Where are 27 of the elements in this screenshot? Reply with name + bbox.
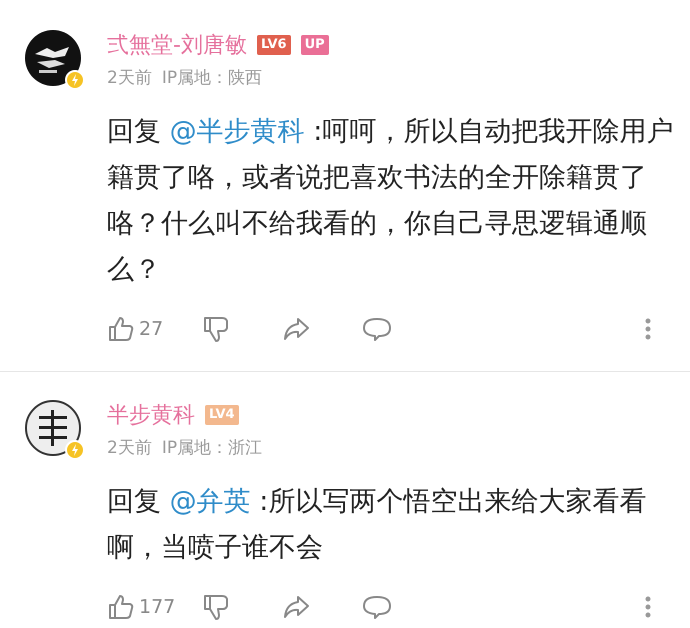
thumbs-down-icon[interactable]	[202, 593, 230, 621]
username[interactable]: 半步黄科	[107, 400, 195, 430]
thumbs-down-icon[interactable]	[202, 315, 230, 343]
lightning-badge-icon	[65, 70, 85, 90]
comment-text: 回复 @半步黄科 :呵呵，所以自动把我开除用户籍贯了咯，或者说把喜欢书法的全开除籍贯了咯？什么叫不给我看的，你自己寻思逻辑通顺么？	[107, 115, 674, 287]
share-icon[interactable]	[282, 316, 310, 342]
lightning-badge-icon	[65, 440, 85, 460]
more-options-icon[interactable]	[644, 595, 652, 619]
comment-icon[interactable]	[362, 594, 392, 620]
level-badge: LV6	[256, 35, 291, 55]
level-badge: UP	[300, 35, 329, 55]
ip-location: IP属地：浙江	[162, 437, 262, 459]
thumbs-up-icon[interactable]	[107, 315, 135, 343]
post-time: 2天前	[107, 67, 152, 89]
thumbs-up-icon[interactable]	[107, 593, 135, 621]
username[interactable]: 弍無堂-刘唐敏	[107, 30, 247, 60]
like-count: 27	[139, 318, 164, 340]
comment-text: 回复 @弁英 :所以写两个悟空出来给大家看看啊，当喷子谁不会	[107, 485, 648, 565]
more-options-icon[interactable]	[644, 317, 652, 341]
share-icon[interactable]	[282, 594, 310, 620]
mention-link[interactable]: @半步黄科	[170, 116, 305, 147]
mention-link[interactable]: @弁英	[170, 486, 251, 517]
ip-location: IP属地：陕西	[162, 67, 262, 89]
level-badge: LV4	[205, 405, 239, 425]
like-count: 177	[139, 596, 176, 618]
comment-icon[interactable]	[362, 316, 392, 342]
post-time: 2天前	[107, 437, 152, 459]
